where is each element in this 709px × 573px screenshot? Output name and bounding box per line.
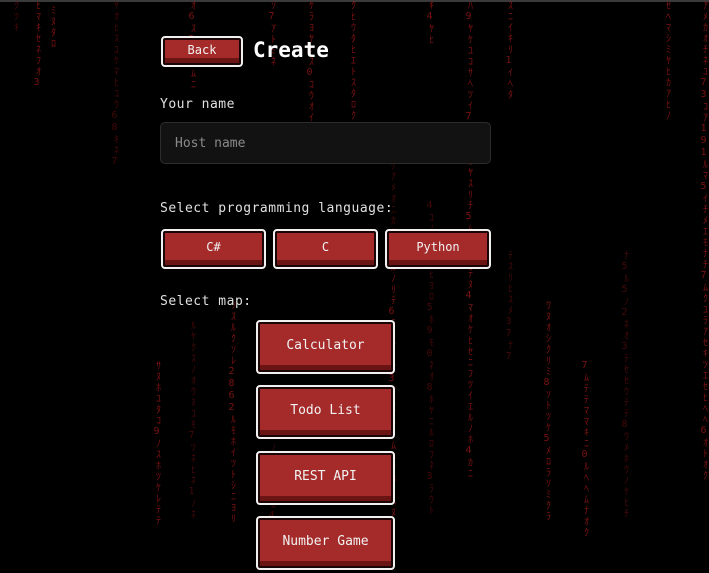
- host-name-input[interactable]: [160, 122, 491, 164]
- language-label: Select programming language:: [160, 201, 394, 216]
- language-option-label: C#: [206, 240, 221, 254]
- map-option-calculator[interactable]: Calculator: [256, 320, 395, 374]
- name-label: Your name: [160, 97, 235, 112]
- language-option-python[interactable]: Python: [385, 229, 491, 269]
- map-option-label: Todo List: [290, 402, 361, 418]
- page-title: Create: [253, 38, 329, 62]
- map-option-todo-list[interactable]: Todo List: [256, 385, 395, 439]
- map-option-label: Calculator: [286, 337, 365, 353]
- back-button[interactable]: Back: [161, 36, 243, 67]
- map-option-number-game[interactable]: Number Game: [256, 516, 395, 570]
- language-option-csharp[interactable]: C#: [161, 229, 266, 269]
- map-option-label: REST API: [294, 468, 357, 484]
- language-option-c[interactable]: C: [273, 229, 378, 269]
- map-option-rest-api[interactable]: REST API: [256, 451, 395, 505]
- map-label: Select map:: [160, 294, 252, 309]
- language-option-label: Python: [416, 240, 460, 254]
- create-panel: Back Create Your name Select programming…: [0, 0, 709, 573]
- back-button-label: Back: [187, 42, 217, 57]
- map-option-label: Number Game: [282, 533, 369, 549]
- language-option-label: C: [321, 240, 330, 254]
